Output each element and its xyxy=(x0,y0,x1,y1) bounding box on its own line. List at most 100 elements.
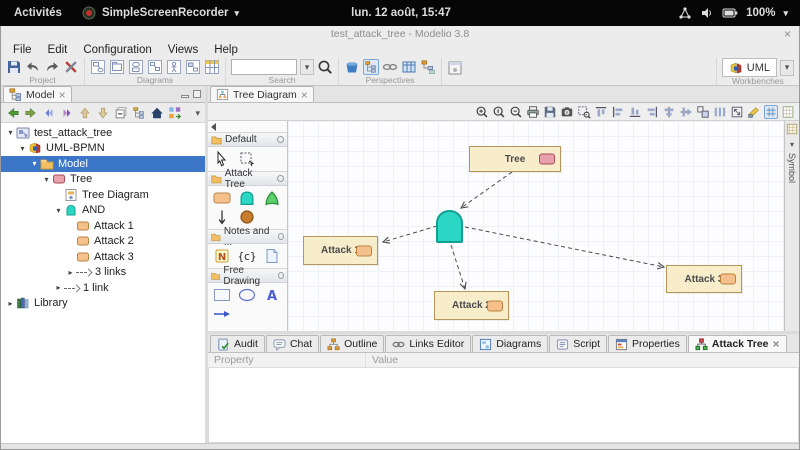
pin-icon[interactable] xyxy=(278,272,284,279)
undo-icon[interactable] xyxy=(25,59,41,75)
zoom-area-icon[interactable] xyxy=(577,105,591,119)
links-perspective-icon[interactable] xyxy=(382,59,398,75)
center-vertical-icon[interactable] xyxy=(662,105,676,119)
collapse-all-icon[interactable] xyxy=(114,106,128,120)
window-close-icon[interactable] xyxy=(784,27,791,41)
tab-script[interactable]: Script xyxy=(549,335,607,352)
table-perspective-icon[interactable] xyxy=(401,59,417,75)
bucket-icon[interactable] xyxy=(344,59,360,75)
tree-item-tree[interactable]: Tree xyxy=(1,172,205,188)
palette-collapse-button[interactable] xyxy=(208,121,287,132)
search-icon[interactable] xyxy=(317,59,333,75)
menu-edit[interactable]: Edit xyxy=(40,44,76,56)
diagram-canvas[interactable]: Tree Attack 1 Attack 2 xyxy=(288,121,784,331)
center-horizontal-icon[interactable] xyxy=(679,105,693,119)
link-tool-icon[interactable] xyxy=(213,209,231,225)
palette-section-attack-tree[interactable]: Attack Tree xyxy=(208,171,287,186)
tab-attack-tree[interactable]: Attack Tree xyxy=(688,335,787,352)
constraint-tool-icon[interactable]: {c} xyxy=(238,248,256,264)
pin-icon[interactable] xyxy=(277,136,284,143)
column-value[interactable]: Value xyxy=(366,354,398,366)
align-right-icon[interactable] xyxy=(645,105,659,119)
view-menu-chevron-icon[interactable] xyxy=(195,107,200,119)
tree-item-and[interactable]: AND xyxy=(1,203,205,219)
tab-diagrams[interactable]: Diagrams xyxy=(472,335,548,352)
matrix-icon[interactable] xyxy=(204,59,220,75)
nav-back-icon[interactable] xyxy=(6,106,20,120)
expander-icon[interactable] xyxy=(5,128,16,137)
expander-icon[interactable] xyxy=(5,299,16,308)
home-icon[interactable] xyxy=(150,106,164,120)
format-painter-icon[interactable] xyxy=(747,105,761,119)
menu-views[interactable]: Views xyxy=(160,44,206,56)
zoom-in-icon[interactable] xyxy=(475,105,489,119)
marquee-tool-icon[interactable] xyxy=(238,151,256,167)
operator-tool-icon[interactable] xyxy=(238,209,256,225)
tab-properties[interactable]: Properties xyxy=(608,335,687,352)
fit-page-icon[interactable] xyxy=(730,105,744,119)
expander-icon[interactable] xyxy=(53,283,64,292)
tab-tree-diagram[interactable]: Tree Diagram xyxy=(210,86,314,102)
palette-section-free-drawing[interactable]: Free Drawing xyxy=(208,268,287,283)
workbench-selector[interactable]: UML xyxy=(722,58,777,77)
attack-node-tool-icon[interactable] xyxy=(213,190,231,206)
expander-icon[interactable] xyxy=(65,268,76,277)
search-dropdown-button[interactable] xyxy=(300,59,314,75)
volume-icon[interactable] xyxy=(700,6,714,20)
symbol-panel-collapsed[interactable]: Symbol xyxy=(784,121,799,331)
palette-section-default[interactable]: Default xyxy=(208,132,287,147)
tab-chat[interactable]: Chat xyxy=(266,335,319,352)
workbench-dropdown-button[interactable] xyxy=(780,60,794,76)
tree-item-attack3[interactable]: Attack 3 xyxy=(1,249,205,265)
same-size-icon[interactable] xyxy=(696,105,710,119)
page-layout-icon[interactable] xyxy=(781,105,795,119)
model-edit-perspective-icon[interactable] xyxy=(420,59,436,75)
tree-item-attack1[interactable]: Attack 1 xyxy=(1,218,205,234)
or-node-tool-icon[interactable] xyxy=(263,190,281,206)
tab-outline[interactable]: Outline xyxy=(320,335,384,352)
package-diagram-icon[interactable] xyxy=(109,59,125,75)
expander-icon[interactable] xyxy=(29,159,40,168)
minimize-icon[interactable] xyxy=(181,95,189,98)
tab-audit[interactable]: Audit xyxy=(210,335,265,352)
app-indicator[interactable]: SimpleScreenRecorder xyxy=(82,6,239,20)
save-icon[interactable] xyxy=(6,59,22,75)
tree-item-uml-bpmn[interactable]: UML-BPMN xyxy=(1,141,205,157)
menu-configuration[interactable]: Configuration xyxy=(75,44,159,56)
tree-item-model[interactable]: Model xyxy=(1,156,205,172)
snapshot-icon[interactable] xyxy=(560,105,574,119)
redo-icon[interactable] xyxy=(44,59,60,75)
ellipse-tool-icon[interactable] xyxy=(238,287,256,303)
tab-close-icon[interactable] xyxy=(301,88,308,102)
system-menu-chevron-icon[interactable] xyxy=(783,7,788,19)
tree-item-project[interactable]: test_attack_tree xyxy=(1,125,205,141)
filter-config-icon[interactable] xyxy=(168,106,182,120)
class-diagram-icon[interactable] xyxy=(90,59,106,75)
pin-icon[interactable] xyxy=(278,233,284,240)
expand-icon[interactable] xyxy=(790,138,794,150)
tree-item-library[interactable]: Library xyxy=(1,296,205,312)
align-bottom-icon[interactable] xyxy=(628,105,642,119)
flat-view-icon[interactable] xyxy=(132,106,146,120)
titlebar[interactable]: test_attack_tree - Modelio 3.8 xyxy=(1,26,799,42)
tree-item-attack2[interactable]: Attack 2 xyxy=(1,234,205,250)
maximize-icon[interactable] xyxy=(193,90,201,98)
align-left-icon[interactable] xyxy=(611,105,625,119)
window-layout-icon[interactable] xyxy=(447,60,463,76)
tree-item-1-link[interactable]: 1 link xyxy=(1,280,205,296)
deployment-diagram-icon[interactable] xyxy=(185,59,201,75)
tab-close-icon[interactable] xyxy=(59,88,66,102)
print-icon[interactable] xyxy=(526,105,540,119)
tree-item-tree-diagram[interactable]: Tree Diagram xyxy=(1,187,205,203)
document-tool-icon[interactable] xyxy=(263,248,281,264)
save-diagram-icon[interactable] xyxy=(543,105,557,119)
note-tool-icon[interactable]: N xyxy=(213,248,231,264)
column-property[interactable]: Property xyxy=(208,353,366,367)
pin-icon[interactable] xyxy=(277,175,284,182)
search-input[interactable] xyxy=(231,59,297,75)
and-node-tool-icon[interactable] xyxy=(238,190,256,206)
usecase-diagram-icon[interactable] xyxy=(128,59,144,75)
tab-links-editor[interactable]: Links Editor xyxy=(385,335,471,352)
tree-item-3-links[interactable]: 3 links xyxy=(1,265,205,281)
tools-icon[interactable] xyxy=(63,59,79,75)
